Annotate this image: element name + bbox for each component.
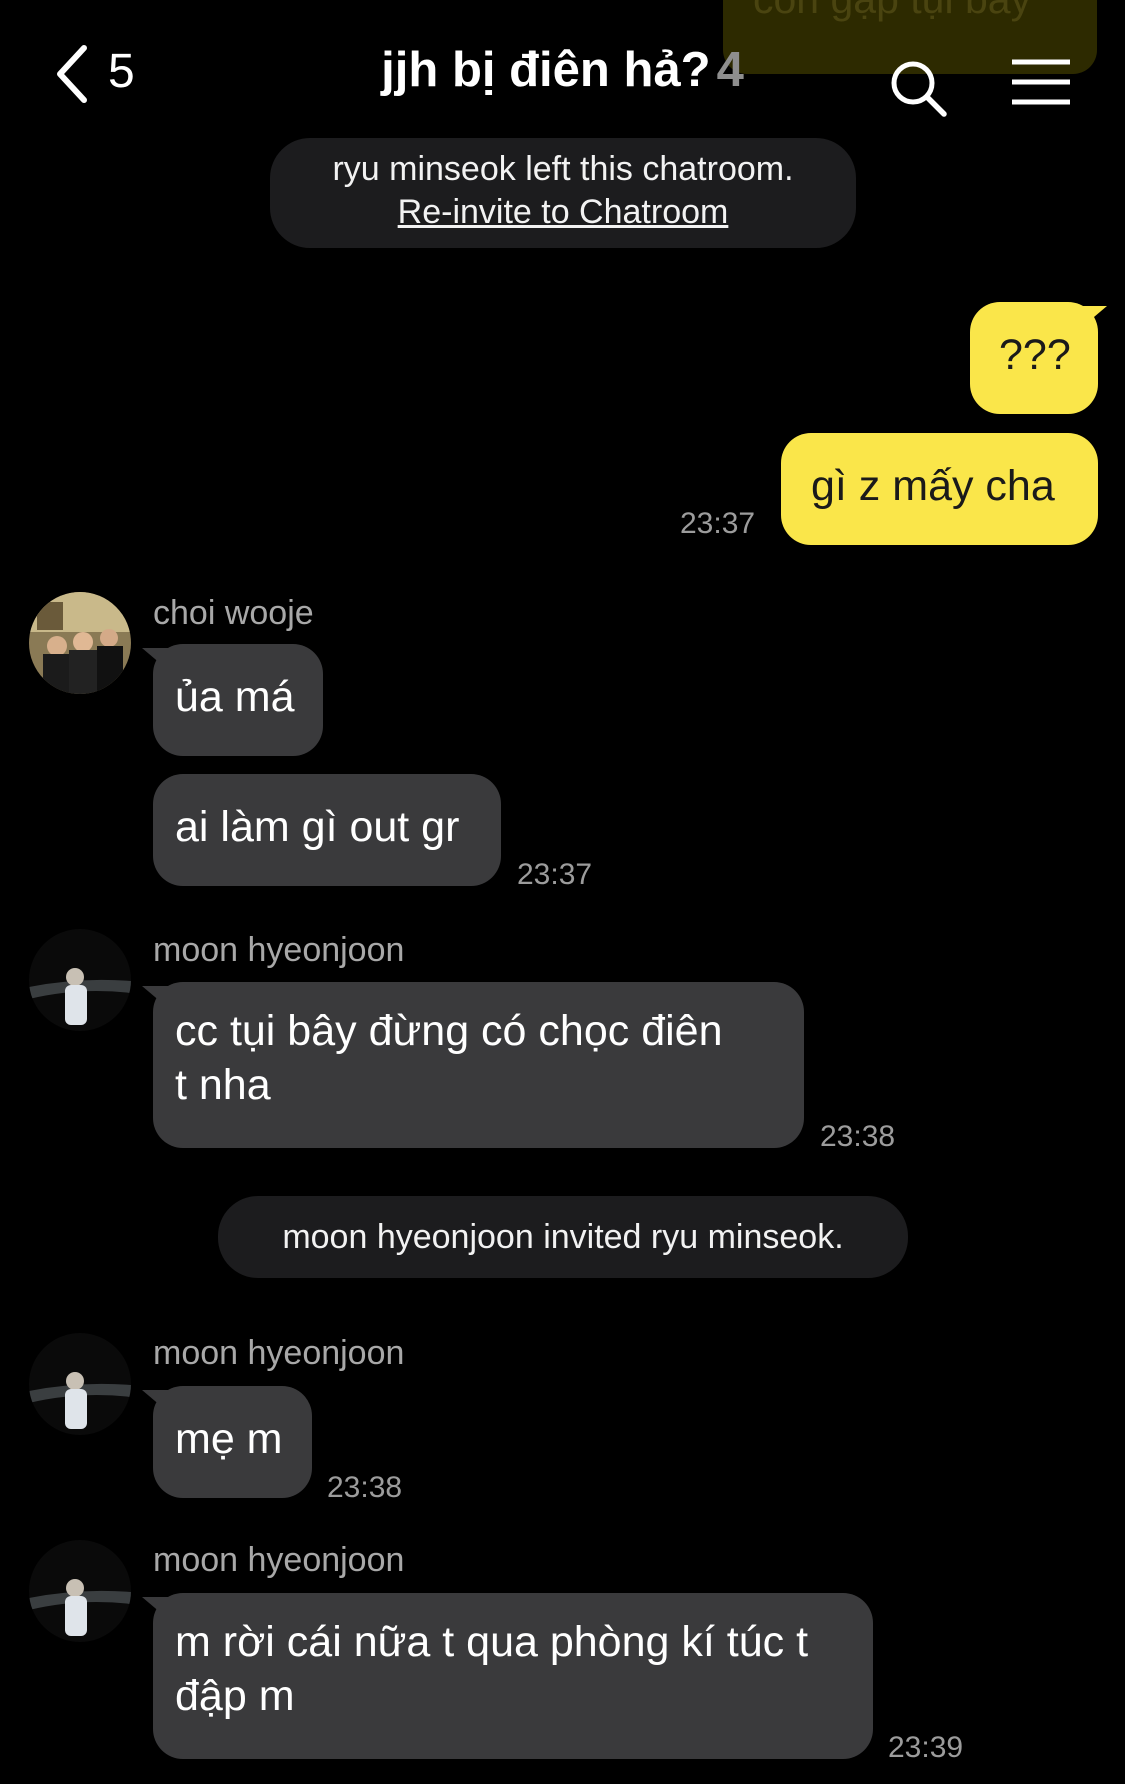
avatar-photo [29,592,131,694]
message-time: 23:37 [680,507,756,540]
message-text-line: t nha [175,1061,271,1109]
sender-name: choi wooje [153,594,314,632]
avatar-photo [29,1540,131,1642]
avatar-moon-hyeonjoon[interactable] [29,929,131,1031]
bubble-tail [142,648,168,670]
avatar-photo [29,929,131,1031]
their-message-bubble[interactable]: mẹ m [153,1386,312,1498]
left-chatroom-text: ryu minseok left this chatroom. [332,150,794,188]
their-message-bubble[interactable]: cc tụi bây đừng có chọc điên t nha [153,982,804,1148]
their-message-bubble[interactable]: m rời cái nữa t qua phòng kí túc t đập m [153,1593,873,1759]
left-chatroom-notice: ryu minseok left this chatroom. Re-invit… [270,138,856,248]
bubble-tail [142,1597,168,1619]
menu-icon[interactable] [1010,58,1072,106]
sender-name: moon hyeonjoon [153,1541,405,1579]
their-message-bubble[interactable]: ủa má [153,644,323,756]
chat-title: jjh bị điên hả? 4 [0,42,1125,98]
avatar-choi-wooje[interactable] [29,592,131,694]
message-time: 23:38 [820,1120,896,1153]
chat-header: 5 jjh bị điên hả? 4 [0,0,1125,140]
chat-title-text: jjh bị điên hả? [381,43,711,97]
my-message-bubble[interactable]: ??? [970,302,1098,414]
bubble-tail [142,986,168,1008]
message-text-line: cc tụi bây đừng có chọc điên [175,1007,723,1055]
avatar-moon-hyeonjoon[interactable] [29,1540,131,1642]
sender-name: moon hyeonjoon [153,1334,405,1372]
message-text: ủa má [175,673,295,721]
message-text: mẹ m [175,1415,283,1463]
bubble-tail [142,1390,168,1412]
my-message-bubble[interactable]: gì z mấy cha [781,433,1098,545]
message-text-line: đập m [175,1672,295,1720]
bubble-tail [1081,306,1107,328]
their-message-bubble[interactable]: ai làm gì out gr [153,774,501,886]
avatar-moon-hyeonjoon[interactable] [29,1333,131,1435]
message-text: ai làm gì out gr [175,803,460,851]
avatar-photo [29,1333,131,1435]
message-time: 23:39 [888,1731,964,1764]
message-text: ??? [999,331,1071,379]
reinvite-link[interactable]: Re-invite to Chatroom [270,193,856,232]
message-time: 23:37 [517,858,593,891]
member-count: 4 [716,43,744,97]
message-text-line: m rời cái nữa t qua phòng kí túc t [175,1618,809,1666]
search-icon[interactable] [888,58,948,118]
sender-name: moon hyeonjoon [153,931,405,969]
message-time: 23:38 [327,1471,403,1504]
invite-notice: moon hyeonjoon invited ryu minseok. [218,1196,908,1278]
message-text: gì z mấy cha [811,462,1055,510]
